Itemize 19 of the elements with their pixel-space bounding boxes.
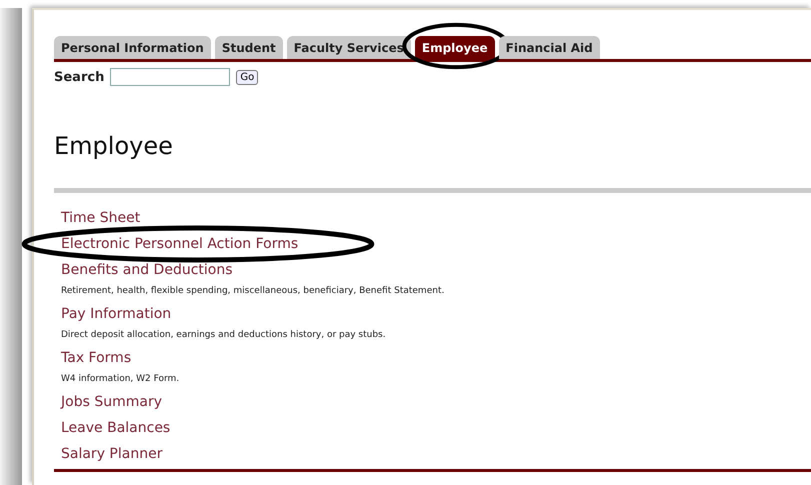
menu-link[interactable]: Salary Planner [61, 446, 162, 462]
menu-link[interactable]: Leave Balances [61, 420, 170, 436]
menu-link[interactable]: Tax Forms [61, 350, 132, 366]
menu-link[interactable]: Jobs Summary [61, 394, 162, 410]
link-description: Direct deposit allocation, earnings and deductions history, or pay stubs. [61, 329, 387, 342]
search-label: Search [54, 70, 104, 84]
search-field[interactable] [110, 68, 230, 86]
tab[interactable]: Financial Aid [498, 36, 600, 59]
page-heading: Employee [54, 132, 174, 160]
link-description: W4 information, W2 Form. [61, 373, 180, 386]
go-button[interactable]: Go [236, 70, 258, 84]
tab[interactable]: Employee [414, 36, 495, 59]
menu-link[interactable]: Time Sheet [61, 210, 140, 226]
tab[interactable]: Faculty Services [286, 36, 411, 59]
menu-link[interactable]: Benefits and Deductions [61, 262, 233, 278]
tab[interactable]: Student [214, 36, 283, 59]
menu-link[interactable]: Pay Information [61, 306, 172, 322]
tab[interactable]: Personal Information [54, 36, 211, 59]
link-description: Retirement, health, flexible spending, miscellaneous, beneficiary, Benefit Statement. [61, 285, 446, 298]
